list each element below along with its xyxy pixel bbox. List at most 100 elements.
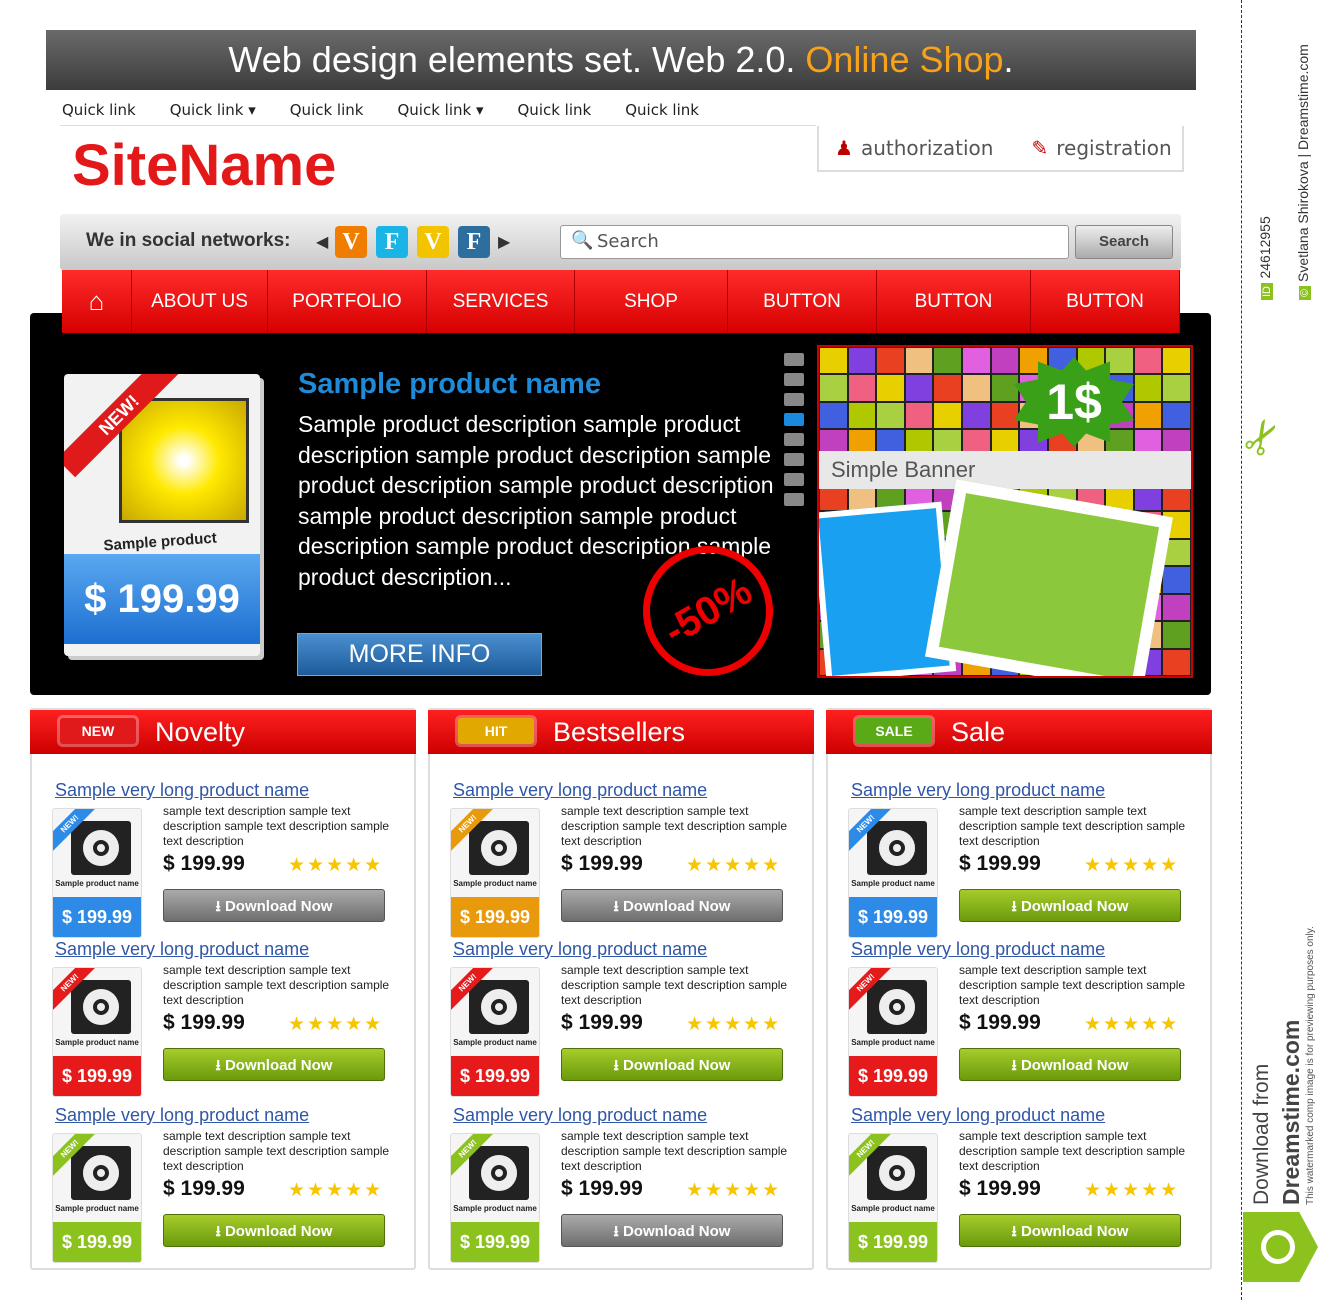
box-price: $ 199.99 bbox=[64, 554, 260, 644]
product-name-link[interactable]: Sample very long product name bbox=[453, 780, 707, 801]
nav-item[interactable]: ABOUT US bbox=[132, 270, 268, 333]
quick-link-label: Quick link bbox=[289, 101, 364, 119]
prev-arrow-icon[interactable]: ◀ bbox=[316, 232, 328, 251]
mosaic-tile bbox=[1133, 347, 1163, 375]
download-now-button[interactable]: ⭳ Download Now bbox=[163, 889, 385, 922]
download-now-button[interactable]: ⭳ Download Now bbox=[959, 1214, 1181, 1247]
product-box-thumbnail[interactable]: Sample product name $ 199.99 NEW! bbox=[848, 1133, 938, 1263]
slide-indicator[interactable] bbox=[784, 393, 804, 406]
product-box-thumbnail[interactable]: Sample product name $ 199.99 NEW! bbox=[450, 967, 540, 1097]
download-now-button[interactable]: ⭳ Download Now bbox=[561, 1214, 783, 1247]
next-arrow-icon[interactable]: ▶ bbox=[498, 232, 510, 251]
slide-indicator[interactable] bbox=[784, 413, 804, 426]
registration-link[interactable]: ✎ registration bbox=[1031, 136, 1171, 160]
slide-indicator[interactable] bbox=[784, 373, 804, 386]
search-icon: 🔍 bbox=[571, 230, 594, 251]
watermark-site: Dreamstime.com bbox=[1278, 1019, 1304, 1205]
quick-link-label: Quick link bbox=[397, 101, 472, 119]
nav-item[interactable]: SERVICES bbox=[427, 270, 575, 333]
download-now-button[interactable]: ⭳ Download Now bbox=[561, 889, 783, 922]
product-box-thumbnail[interactable]: Sample product name $ 199.99 NEW! bbox=[52, 1133, 142, 1263]
search-input[interactable]: 🔍 Search bbox=[560, 225, 1069, 259]
product-description: sample text description sample text desc… bbox=[561, 1129, 788, 1173]
product-card: Sample very long product name Sample prod… bbox=[828, 1105, 1210, 1275]
product-box-thumbnail[interactable]: Sample product name $ 199.99 NEW! bbox=[450, 808, 540, 938]
mosaic-tile bbox=[1162, 593, 1191, 622]
site-logo[interactable]: SiteName bbox=[72, 132, 336, 199]
quick-link[interactable]: Quick link bbox=[518, 101, 592, 119]
product-name-link[interactable]: Sample very long product name bbox=[851, 1105, 1105, 1126]
search-button[interactable]: Search bbox=[1075, 225, 1173, 259]
quick-link[interactable]: Quick link ▾ bbox=[397, 101, 483, 119]
product-name-link[interactable]: Sample very long product name bbox=[453, 939, 707, 960]
authorization-label: authorization bbox=[860, 136, 994, 160]
nav-item[interactable]: PORTFOLIO bbox=[268, 270, 427, 333]
quick-link[interactable]: Quick link bbox=[625, 101, 699, 119]
slide-indicator[interactable] bbox=[784, 453, 804, 466]
copyright-icon: © bbox=[1299, 285, 1311, 300]
nav-item[interactable]: BUTTON bbox=[877, 270, 1031, 333]
product-box-thumbnail[interactable]: Sample product name $ 199.99 NEW! bbox=[848, 808, 938, 938]
nav-item[interactable]: BUTTON bbox=[1031, 270, 1180, 333]
product-price: $ 199.99 bbox=[163, 1177, 245, 1200]
box-name: Sample product name bbox=[851, 1204, 935, 1213]
product-name-link[interactable]: Sample very long product name bbox=[851, 780, 1105, 801]
mosaic-tile bbox=[819, 374, 848, 402]
product-name-link[interactable]: Sample very long product name bbox=[55, 939, 309, 960]
product-description: sample text description sample text desc… bbox=[163, 804, 390, 848]
product-name-link[interactable]: Sample very long product name bbox=[55, 780, 309, 801]
nav-item[interactable]: BUTTON bbox=[728, 270, 877, 333]
download-icon: ⭳ bbox=[1011, 1223, 1021, 1240]
social-icon[interactable]: V bbox=[335, 226, 367, 258]
download-now-button[interactable]: ⭳ Download Now bbox=[959, 889, 1181, 922]
product-box-thumbnail[interactable]: Sample product name $ 199.99 NEW! bbox=[450, 1133, 540, 1263]
box-name: Sample product name bbox=[55, 879, 139, 888]
product-description: sample text description sample text desc… bbox=[959, 1129, 1186, 1173]
disc-icon bbox=[469, 821, 529, 875]
quick-link[interactable]: Quick link bbox=[62, 101, 136, 119]
product-price: $ 199.99 bbox=[163, 852, 245, 875]
product-column-bestsellers: Bestsellers HIT Sample very long product n… bbox=[428, 708, 814, 1270]
slide-indicator[interactable] bbox=[784, 493, 804, 506]
disc-shape bbox=[83, 989, 119, 1025]
authorization-link[interactable]: ♟ authorization bbox=[835, 136, 993, 160]
download-icon: ⭳ bbox=[613, 898, 623, 915]
social-icon[interactable]: F bbox=[458, 226, 490, 258]
social-icon[interactable]: F bbox=[376, 226, 408, 258]
more-info-button[interactable]: MORE INFO bbox=[297, 633, 542, 676]
product-name-link[interactable]: Sample very long product name bbox=[851, 939, 1105, 960]
social-icon[interactable]: V bbox=[417, 226, 449, 258]
product-box-thumbnail[interactable]: Sample product name $ 199.99 NEW! bbox=[52, 808, 142, 938]
download-now-button[interactable]: ⭳ Download Now bbox=[163, 1048, 385, 1081]
disc-icon bbox=[867, 821, 927, 875]
mosaic-tile bbox=[876, 401, 905, 430]
nav-item[interactable]: SHOP bbox=[575, 270, 728, 333]
slide-indicator[interactable] bbox=[784, 473, 804, 486]
product-box-thumbnail[interactable]: Sample product name $ 199.99 NEW! bbox=[52, 967, 142, 1097]
product-name-link[interactable]: Sample very long product name bbox=[55, 1105, 309, 1126]
quick-link[interactable]: Quick link bbox=[290, 101, 364, 119]
dropdown-caret-icon: ▾ bbox=[243, 101, 256, 119]
image-id: 24612955 bbox=[1257, 216, 1273, 279]
quick-link[interactable]: Quick link ▾ bbox=[170, 101, 256, 119]
social-search-bar: We in social networks: ◀ VFVF ▶ 🔍 Search … bbox=[60, 214, 1181, 270]
column-title: Sale bbox=[951, 717, 1006, 747]
product-box-thumbnail[interactable]: Sample product name $ 199.99 NEW! bbox=[848, 967, 938, 1097]
nav-home[interactable]: ⌂ bbox=[62, 270, 132, 333]
slide-indicator[interactable] bbox=[784, 433, 804, 446]
slide-indicator[interactable] bbox=[784, 353, 804, 366]
box-price: $ 199.99 bbox=[849, 1056, 937, 1096]
simple-banner-ad[interactable]: 1$ Simple Banner bbox=[817, 345, 1193, 678]
box-price: $ 199.99 bbox=[53, 1056, 141, 1096]
download-now-button[interactable]: ⭳ Download Now bbox=[561, 1048, 783, 1081]
product-card: Sample very long product name Sample prod… bbox=[32, 1105, 414, 1275]
product-card: Sample very long product name Sample prod… bbox=[430, 780, 812, 950]
mosaic-tile bbox=[819, 347, 848, 375]
product-name-link[interactable]: Sample very long product name bbox=[453, 1105, 707, 1126]
hero-product-name[interactable]: Sample product name bbox=[298, 368, 601, 401]
rating-stars: ★★★★★ bbox=[288, 1179, 384, 1201]
download-now-button[interactable]: ⭳ Download Now bbox=[163, 1214, 385, 1247]
download-now-button[interactable]: ⭳ Download Now bbox=[959, 1048, 1181, 1081]
column-header: Sale SALE bbox=[826, 710, 1212, 754]
dropdown-caret-icon: ▾ bbox=[471, 101, 484, 119]
